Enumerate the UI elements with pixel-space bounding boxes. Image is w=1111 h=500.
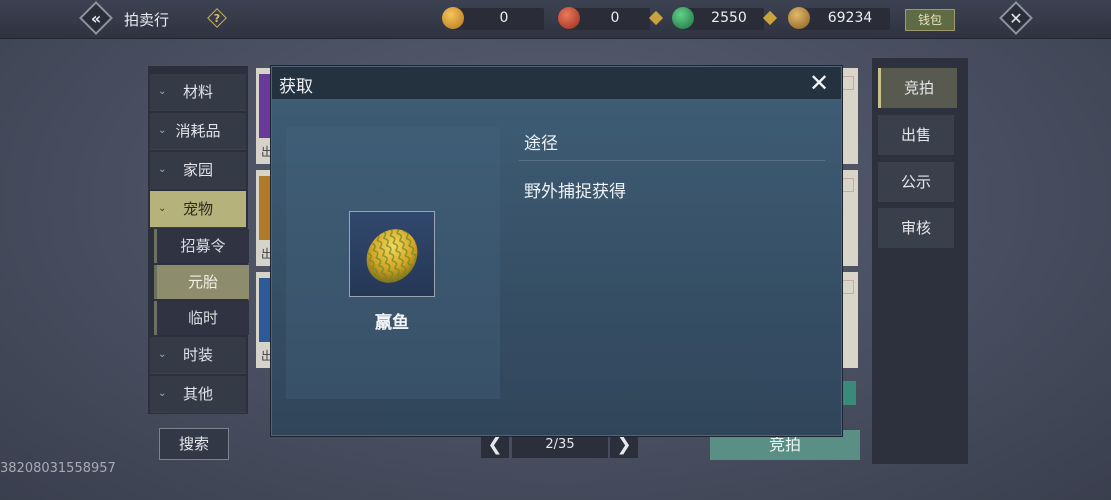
- page-title: 拍卖行: [124, 11, 170, 29]
- category-other[interactable]: ⌄ 其他: [150, 376, 246, 413]
- watermark: 38208031558957: [0, 461, 116, 476]
- tab-sell[interactable]: 出售: [878, 115, 954, 155]
- dialog-header: 获取 ✕: [272, 67, 841, 99]
- red-coin-icon: [558, 7, 580, 29]
- close-button[interactable]: ✕: [999, 1, 1033, 35]
- category-fashion[interactable]: ⌄ 时装: [150, 337, 246, 374]
- add-red-coin-icon[interactable]: [648, 10, 664, 26]
- currency-red: 0: [558, 7, 650, 30]
- subcategory-recruit-order[interactable]: 招募令: [154, 229, 249, 263]
- chevron-left-icon: ❮: [487, 434, 503, 455]
- back-arrow-icon: «: [90, 8, 102, 28]
- category-home[interactable]: ⌄ 家园: [150, 152, 246, 189]
- help-button[interactable]: ?: [207, 8, 227, 28]
- gold-pouch-icon: [442, 7, 464, 29]
- subcategory-embryo[interactable]: 元胎: [154, 265, 249, 299]
- chevron-down-icon: ⌄: [158, 164, 167, 175]
- chevron-down-icon: ⌄: [158, 388, 167, 399]
- chevron-down-icon: ⌄: [158, 203, 167, 214]
- category-consumables[interactable]: ⌄ 消耗品: [150, 113, 246, 150]
- close-icon: ✕: [1009, 8, 1023, 28]
- egg-icon: [366, 229, 418, 283]
- divider: [519, 160, 825, 161]
- tab-public[interactable]: 公示: [878, 162, 954, 202]
- item-name: 羸鱼: [375, 313, 409, 333]
- obtain-dialog: 获取 ✕ 羸鱼 途径 野外捕捉获得: [271, 66, 842, 436]
- dialog-close-button[interactable]: ✕: [805, 69, 833, 97]
- dialog-title: 获取: [279, 77, 313, 97]
- item-slot[interactable]: [349, 211, 435, 297]
- jade-coin-icon: [672, 7, 694, 29]
- chevron-down-icon: ⌄: [158, 86, 167, 97]
- question-icon: ?: [213, 11, 221, 25]
- currency-gold: 0: [442, 7, 544, 30]
- category-pets[interactable]: ⌄ 宠物: [150, 191, 246, 228]
- back-button[interactable]: «: [79, 1, 113, 35]
- add-jade-coin-icon[interactable]: [762, 10, 778, 26]
- chevron-down-icon: ⌄: [158, 125, 167, 136]
- top-bar: « 拍卖行 ? 0 0 2550 69234 钱包 ✕: [0, 0, 1111, 39]
- search-button[interactable]: 搜索: [159, 428, 229, 460]
- currency-jade: 2550: [672, 7, 764, 30]
- tab-bid[interactable]: 竞拍: [878, 68, 957, 108]
- route-header: 途径: [524, 134, 558, 154]
- currency-bronze: 69234: [788, 7, 890, 30]
- wallet-button[interactable]: 钱包: [905, 9, 955, 31]
- category-materials[interactable]: ⌄ 材料: [150, 74, 246, 111]
- tab-review[interactable]: 审核: [878, 208, 954, 248]
- chevron-down-icon: ⌄: [158, 349, 167, 360]
- bronze-feather-icon: [788, 7, 810, 29]
- close-icon: ✕: [808, 69, 830, 97]
- subcategory-temporary[interactable]: 临时: [154, 301, 249, 335]
- chevron-right-icon: ❯: [616, 434, 632, 455]
- route-item[interactable]: 野外捕捉获得: [524, 177, 626, 202]
